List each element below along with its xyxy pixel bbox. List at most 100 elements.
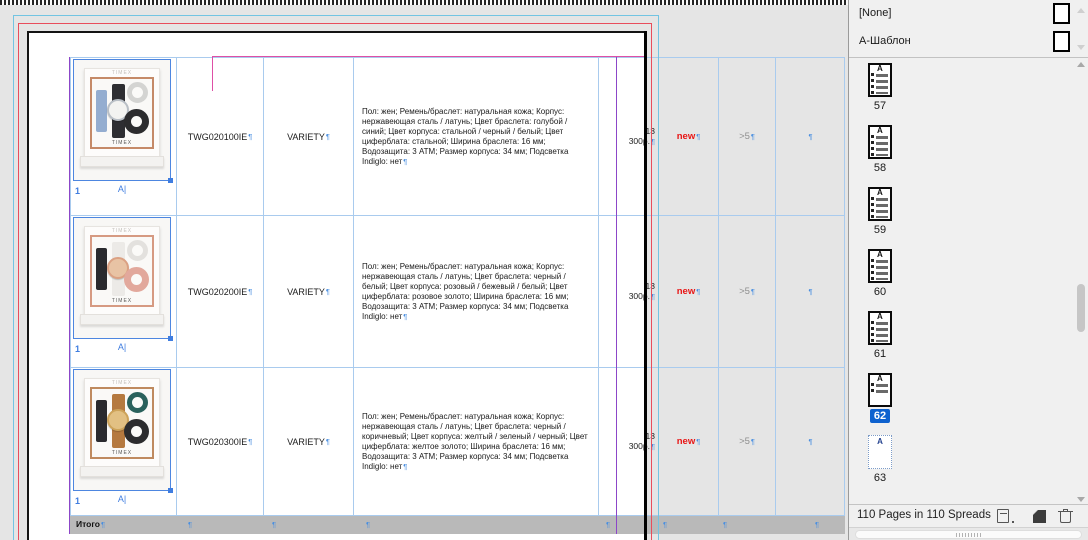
page-number-label[interactable]: 58: [874, 161, 886, 175]
scrollbar-grip[interactable]: [955, 533, 982, 537]
gift-box: TIMEX TIMEX: [80, 226, 164, 325]
trash-body: [1060, 512, 1071, 523]
price-cell[interactable]: 13 300р.¶: [598, 58, 658, 215]
document-canvas[interactable]: TIMEX TIMEX А| 1 TWG020100IE ¶ VARIETY ¶…: [0, 0, 848, 540]
scrollbar-track[interactable]: [855, 530, 1082, 539]
article-cell[interactable]: TWG020200IE ¶: [176, 216, 263, 367]
master-page-row[interactable]: А-Шаблон: [849, 28, 1088, 56]
article-cell[interactable]: TWG020300IE ¶: [176, 368, 263, 515]
empty-cell[interactable]: ¶: [775, 216, 845, 367]
page-item[interactable]: A 58: [855, 125, 905, 175]
page-number-label[interactable]: 59: [874, 223, 886, 237]
page-thumbnail[interactable]: A: [868, 187, 892, 221]
pages-scrollbar[interactable]: [1075, 62, 1087, 502]
page-item[interactable]: A 61: [855, 311, 905, 361]
page-thumbnail[interactable]: A: [868, 373, 892, 407]
description-cell[interactable]: Пол: жен; Ремень/браслет: натуральная ко…: [353, 368, 598, 515]
page-item[interactable]: A 63: [855, 435, 905, 485]
master-page-icon[interactable]: [1053, 3, 1070, 24]
bezel-ring-bottom: [124, 109, 149, 134]
new-badge-cell[interactable]: new ¶: [658, 216, 718, 367]
product-image-cell[interactable]: TIMEX TIMEX А| 1: [70, 216, 176, 367]
page-thumbnail[interactable]: A: [868, 435, 892, 469]
page-item[interactable]: A 59: [855, 187, 905, 237]
scrollbar-thumb[interactable]: [1077, 284, 1085, 332]
create-spread-icon[interactable]: [997, 509, 1014, 523]
end-of-cell-marker: ¶: [723, 520, 728, 529]
new-page-icon[interactable]: [1033, 510, 1046, 523]
end-of-cell-marker: ¶: [606, 520, 611, 529]
master-letter: A: [877, 437, 883, 446]
quantity-cell[interactable]: >5 ¶: [718, 58, 775, 215]
article-cell[interactable]: TWG020100IE ¶: [176, 58, 263, 215]
frame-handle[interactable]: [168, 336, 173, 341]
table-row[interactable]: TIMEX TIMEX А| 1 TWG0: [70, 216, 845, 368]
box-inner: TIMEX: [90, 77, 154, 149]
price-cell[interactable]: 13 300р.¶: [598, 216, 658, 367]
brand-label: TIMEX: [111, 70, 133, 76]
frame-handle[interactable]: [168, 178, 173, 183]
page-thumbnail[interactable]: A: [868, 125, 892, 159]
price-cell[interactable]: 13 300р.¶: [598, 368, 658, 515]
product-table[interactable]: TIMEX TIMEX А| 1 TWG020100IE ¶ VARIETY ¶…: [70, 57, 845, 534]
page-number-label[interactable]: 63: [874, 471, 886, 485]
end-of-cell-marker: ¶: [750, 132, 755, 141]
product-photo-frame[interactable]: TIMEX TIMEX: [73, 59, 173, 183]
page-number-label[interactable]: 61: [874, 347, 886, 361]
table-row[interactable]: TIMEX TIMEX А| 1 TWG0: [70, 368, 845, 516]
masters-scroll-up-icon[interactable]: [1077, 8, 1085, 13]
quantity-cell[interactable]: >5 ¶: [718, 216, 775, 367]
page-number-label[interactable]: 60: [874, 285, 886, 299]
delete-page-icon[interactable]: [1058, 509, 1073, 523]
page-item[interactable]: A 57: [855, 63, 905, 113]
product-photo: TIMEX TIMEX: [74, 60, 170, 180]
end-of-cell-marker: ¶: [750, 287, 755, 296]
new-badge-cell[interactable]: new ¶: [658, 368, 718, 515]
page-thumbnail[interactable]: A: [868, 311, 892, 345]
quantity-cell[interactable]: >5 ¶: [718, 368, 775, 515]
scroll-down-icon[interactable]: [1077, 497, 1085, 502]
brand-label: TIMEX: [111, 140, 133, 146]
masters-scroll-down-icon[interactable]: [1077, 45, 1085, 50]
page-thumbnail[interactable]: A: [868, 63, 892, 97]
new-badge: new: [676, 286, 696, 297]
empty-cell[interactable]: ¶: [775, 368, 845, 515]
collection-cell[interactable]: VARIETY ¶: [263, 368, 353, 515]
empty-cell[interactable]: ¶: [775, 58, 845, 215]
product-photo-frame[interactable]: TIMEX TIMEX: [73, 369, 173, 493]
page-number-label[interactable]: 62: [869, 409, 891, 423]
collection-cell[interactable]: VARIETY ¶: [263, 216, 353, 367]
end-of-cell-marker: ¶: [325, 132, 330, 141]
master-page-row[interactable]: [None]: [849, 0, 1088, 28]
collection-name: VARIETY: [287, 436, 325, 447]
page-thumbnail[interactable]: A: [868, 249, 892, 283]
bezel-ring-bottom: [124, 267, 149, 292]
description-text: Пол: жен; Ремень/браслет: натуральная ко…: [362, 106, 569, 166]
article-code: TWG020200IE: [187, 286, 248, 297]
page-item[interactable]: A 62: [855, 373, 905, 423]
master-page-icon[interactable]: [1053, 31, 1070, 52]
product-photo-frame[interactable]: TIMEX TIMEX: [73, 217, 173, 341]
end-of-cell-marker: ¶: [403, 311, 408, 321]
thumbnail-content: [871, 197, 889, 218]
brand-label: TIMEX: [111, 380, 133, 386]
description-cell[interactable]: Пол: жен; Ремень/браслет: натуральная ко…: [353, 216, 598, 367]
table-footer-row[interactable]: Итого¶ ¶ ¶ ¶ ¶ ¶ ¶ ¶: [70, 516, 845, 534]
master-letter: A: [877, 374, 883, 383]
watch-strap-left: [96, 90, 107, 132]
collection-cell[interactable]: VARIETY ¶: [263, 58, 353, 215]
description-cell[interactable]: Пол: жен; Ремень/браслет: натуральная ко…: [353, 58, 598, 215]
product-image-cell[interactable]: TIMEX TIMEX А| 1: [70, 368, 176, 515]
new-badge-cell[interactable]: new ¶: [658, 58, 718, 215]
page-number-label[interactable]: 57: [874, 99, 886, 113]
scroll-up-icon[interactable]: [1077, 62, 1085, 67]
brand-label: TIMEX: [111, 228, 133, 234]
horizontal-scrollbar[interactable]: [849, 527, 1088, 540]
brand-label: TIMEX: [111, 450, 133, 456]
article-code: TWG020300IE: [187, 436, 248, 447]
end-of-cell-marker: ¶: [248, 287, 253, 296]
table-row[interactable]: TIMEX TIMEX А| 1 TWG0: [70, 58, 845, 216]
product-image-cell[interactable]: TIMEX TIMEX А| 1: [70, 58, 176, 215]
page-item[interactable]: A 60: [855, 249, 905, 299]
frame-handle[interactable]: [168, 488, 173, 493]
